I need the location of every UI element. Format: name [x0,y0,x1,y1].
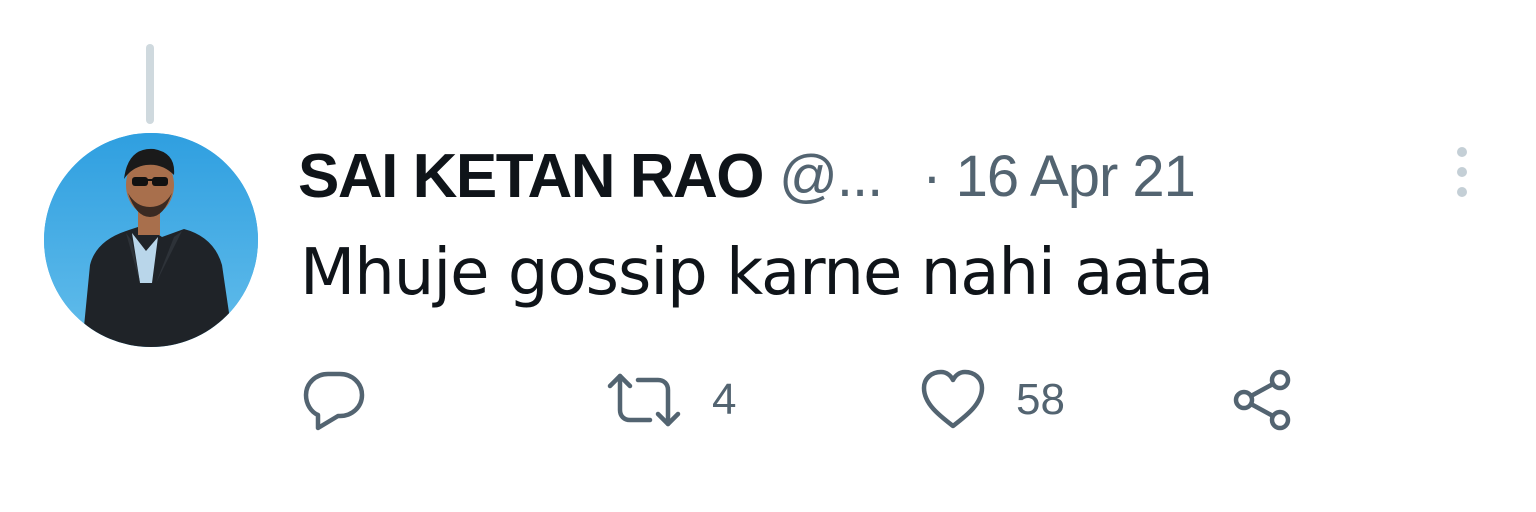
reply-icon [302,368,366,432]
like-count: 58 [1016,375,1065,424]
more-options-icon[interactable] [1448,142,1476,202]
thread-connector-line [146,44,154,124]
share-button[interactable] [1230,368,1296,432]
avatar-image [44,133,258,347]
like-button[interactable]: 58 [920,368,1065,432]
avatar[interactable] [44,133,258,347]
heart-icon [920,368,986,432]
tweet-text: Mhuje gossip karne nahi aata [300,236,1214,310]
tweet-header: SAI KETAN RAO @... · 16 Apr 21 [298,136,1196,216]
separator-dot: · [922,143,942,209]
display-name[interactable]: SAI KETAN RAO [298,141,765,212]
user-handle[interactable]: @... [779,143,883,210]
retweet-icon [606,368,682,432]
retweet-button[interactable]: 4 [606,368,736,432]
share-icon [1230,368,1296,432]
reply-button[interactable] [302,368,366,432]
tweet-date[interactable]: 16 Apr 21 [956,143,1196,210]
retweet-count: 4 [712,375,737,424]
